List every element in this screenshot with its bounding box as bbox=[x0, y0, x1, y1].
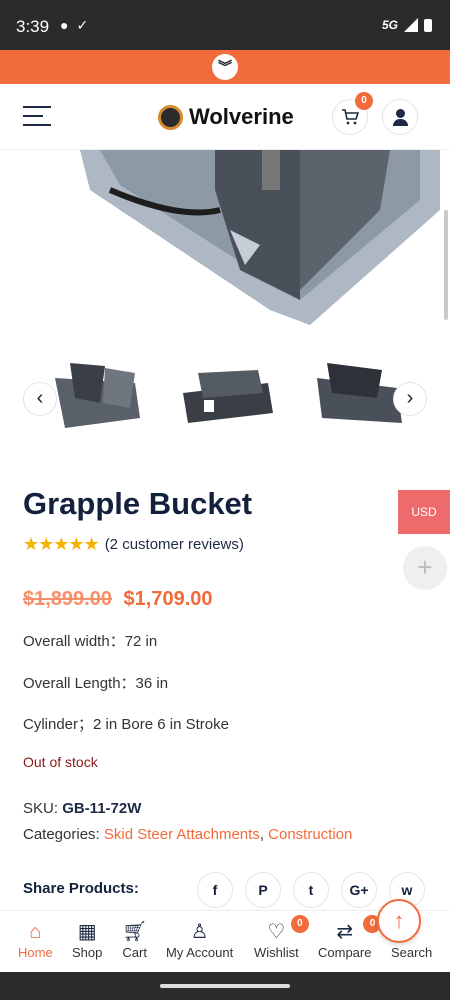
home-icon: ⌂ bbox=[29, 921, 42, 943]
old-price: $1,899.00 bbox=[23, 588, 112, 610]
chat-bubble-icon: ● bbox=[60, 17, 69, 33]
twitter-share-button[interactable]: t bbox=[293, 872, 329, 908]
price: $1,899.00 $1,709.00 bbox=[23, 588, 213, 611]
menu-icon[interactable] bbox=[23, 106, 51, 126]
cart-count-badge: 0 bbox=[355, 92, 373, 110]
user-icon: ♙ bbox=[190, 921, 209, 943]
wishlist-count-badge: 0 bbox=[290, 915, 309, 933]
sku-row: SKU: GB-11-72W bbox=[23, 800, 141, 817]
nav-compare[interactable]: ⇄ 0 Compare bbox=[318, 915, 382, 960]
category-link-skid-steer[interactable]: Skid Steer Attachments bbox=[104, 826, 260, 843]
nav-cart[interactable]: 🛒︎ Cart bbox=[122, 919, 147, 960]
chevron-right-icon: › bbox=[406, 387, 414, 409]
account-button[interactable] bbox=[382, 99, 418, 135]
status-bar: 3:39 ● ✓ 5G bbox=[0, 0, 450, 50]
spec-width: Overall width：72 in bbox=[23, 633, 158, 650]
spec-length: Overall Length：36 in bbox=[23, 675, 169, 692]
scrollbar[interactable] bbox=[444, 210, 448, 320]
network-label: 5G bbox=[381, 18, 398, 32]
user-icon bbox=[396, 109, 405, 118]
thumbnail-prev-button[interactable]: ‹ bbox=[23, 382, 57, 416]
sale-price: $1,709.00 bbox=[123, 588, 213, 610]
stock-status: Out of stock bbox=[23, 754, 98, 770]
status-time: 3:39 bbox=[16, 17, 50, 36]
sku-label: SKU: bbox=[23, 800, 59, 817]
google-plus-icon: G+ bbox=[349, 882, 369, 898]
pinterest-icon: P bbox=[258, 882, 268, 898]
star-rating-icon: ★★★★★ bbox=[23, 534, 100, 554]
site-header: Wolverine 0 bbox=[0, 84, 450, 150]
grid-icon: ▦ bbox=[77, 921, 97, 943]
nav-home-label: Home bbox=[18, 945, 53, 960]
scroll-to-top-button[interactable]: ↑ bbox=[377, 899, 421, 943]
top-banner: ︾ bbox=[0, 50, 450, 84]
nav-cart-label: Cart bbox=[122, 945, 147, 960]
whatsapp-icon: w bbox=[401, 882, 413, 898]
product-main-image[interactable] bbox=[0, 150, 450, 350]
categories-label: Categories: bbox=[23, 826, 100, 843]
spec-cylinder: Cylinder；2 in Bore 6 in Stroke bbox=[23, 716, 229, 733]
system-nav-bar bbox=[0, 972, 450, 1000]
review-link[interactable]: (2 customer reviews) bbox=[105, 536, 244, 553]
nav-wishlist[interactable]: ♡ 0 Wishlist bbox=[254, 915, 309, 960]
share-label: Share Products: bbox=[23, 880, 139, 897]
heart-icon: ♡ 0 bbox=[254, 915, 309, 945]
categories-row: Categories: Skid Steer Attachments, Cons… bbox=[23, 826, 353, 843]
battery-icon bbox=[424, 18, 432, 32]
nav-shop[interactable]: ▦ Shop bbox=[72, 919, 102, 960]
chevron-left-icon: ‹ bbox=[36, 387, 44, 409]
site-logo[interactable]: Wolverine bbox=[158, 104, 294, 130]
twitter-icon: t bbox=[308, 882, 314, 898]
thumbnail-next-button[interactable]: › bbox=[393, 382, 427, 416]
header-cart-button[interactable]: 0 bbox=[332, 92, 373, 135]
arrow-up-icon: ↑ bbox=[393, 908, 405, 933]
pinterest-share-button[interactable]: P bbox=[245, 872, 281, 908]
cart-icon bbox=[342, 109, 360, 125]
nav-account[interactable]: ♙ My Account bbox=[166, 919, 233, 960]
signal-icon bbox=[404, 18, 418, 32]
nav-home[interactable]: ⌂ Home bbox=[18, 919, 53, 960]
nav-wishlist-label: Wishlist bbox=[254, 945, 299, 960]
chevron-double-down-icon[interactable]: ︾ bbox=[212, 54, 238, 80]
google-plus-share-button[interactable]: G+ bbox=[341, 872, 377, 908]
nav-search-label: Search bbox=[391, 945, 433, 960]
currency-switcher[interactable]: USD bbox=[398, 490, 450, 534]
category-link-construction[interactable]: Construction bbox=[268, 826, 352, 843]
brand-name: Wolverine bbox=[189, 104, 294, 129]
cart-icon: 🛒︎ bbox=[122, 921, 148, 943]
home-gesture-pill[interactable] bbox=[160, 984, 290, 988]
sku-value: GB-11-72W bbox=[62, 800, 142, 817]
plus-icon[interactable]: + bbox=[403, 546, 447, 590]
rating-row: ★★★★★ (2 customer reviews) bbox=[23, 534, 244, 555]
wolverine-logo-icon bbox=[158, 104, 183, 130]
facebook-icon: f bbox=[212, 882, 218, 898]
checkmark-icon: ✓ bbox=[76, 17, 89, 33]
thumbnail-2[interactable] bbox=[178, 358, 278, 438]
nav-compare-label: Compare bbox=[318, 945, 372, 960]
nav-account-label: My Account bbox=[166, 945, 234, 960]
facebook-share-button[interactable]: f bbox=[197, 872, 233, 908]
compare-icon: ⇄ 0 bbox=[318, 915, 382, 945]
product-title: Grapple Bucket bbox=[23, 486, 253, 521]
thumbnail-strip bbox=[0, 358, 450, 442]
nav-shop-label: Shop bbox=[72, 945, 103, 960]
thumbnail-1[interactable] bbox=[45, 358, 145, 438]
